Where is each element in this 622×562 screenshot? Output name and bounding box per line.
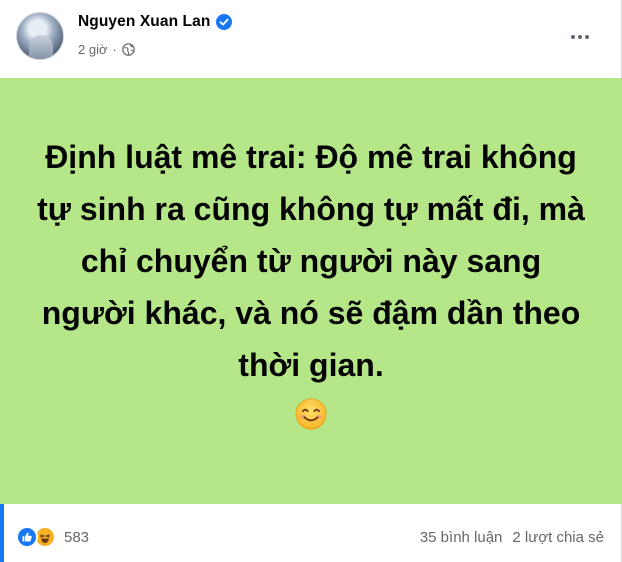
meta-separator: · bbox=[112, 42, 117, 57]
reactions-summary[interactable]: 583 bbox=[16, 526, 89, 548]
post-footer: 583 35 bình luận 2 lượt chia sẻ bbox=[0, 504, 622, 562]
more-dot bbox=[578, 35, 582, 39]
shares-count-link[interactable]: 2 lượt chia sẻ bbox=[512, 529, 604, 546]
globe-icon[interactable] bbox=[122, 43, 135, 56]
author-avatar[interactable] bbox=[16, 12, 64, 60]
post-text: Định luật mê trai: Độ mê trai không tự s… bbox=[37, 139, 585, 383]
post-meta: 2 giờ · bbox=[78, 42, 135, 57]
more-dot bbox=[585, 35, 589, 39]
post-stats: 35 bình luận 2 lượt chia sẻ bbox=[420, 529, 604, 546]
more-dot bbox=[571, 35, 575, 39]
author-name[interactable]: Nguyen Xuan Lan bbox=[78, 13, 210, 31]
post-timestamp[interactable]: 2 giờ bbox=[78, 42, 108, 57]
post-header: Nguyen Xuan Lan 2 giờ · bbox=[0, 0, 622, 78]
more-options-icon[interactable] bbox=[562, 22, 598, 52]
like-icon bbox=[16, 526, 38, 548]
footer-accent-bar bbox=[0, 504, 4, 562]
reaction-count: 583 bbox=[64, 528, 90, 546]
post-card: Nguyen Xuan Lan 2 giờ · Định luật mê tra… bbox=[0, 0, 622, 562]
author-name-row: Nguyen Xuan Lan bbox=[78, 13, 233, 31]
comments-count-link[interactable]: 35 bình luận bbox=[420, 529, 503, 546]
smiling-face-icon bbox=[295, 398, 327, 430]
verified-badge-icon bbox=[216, 14, 233, 30]
post-colored-background: Định luật mê trai: Độ mê trai không tự s… bbox=[0, 78, 622, 504]
